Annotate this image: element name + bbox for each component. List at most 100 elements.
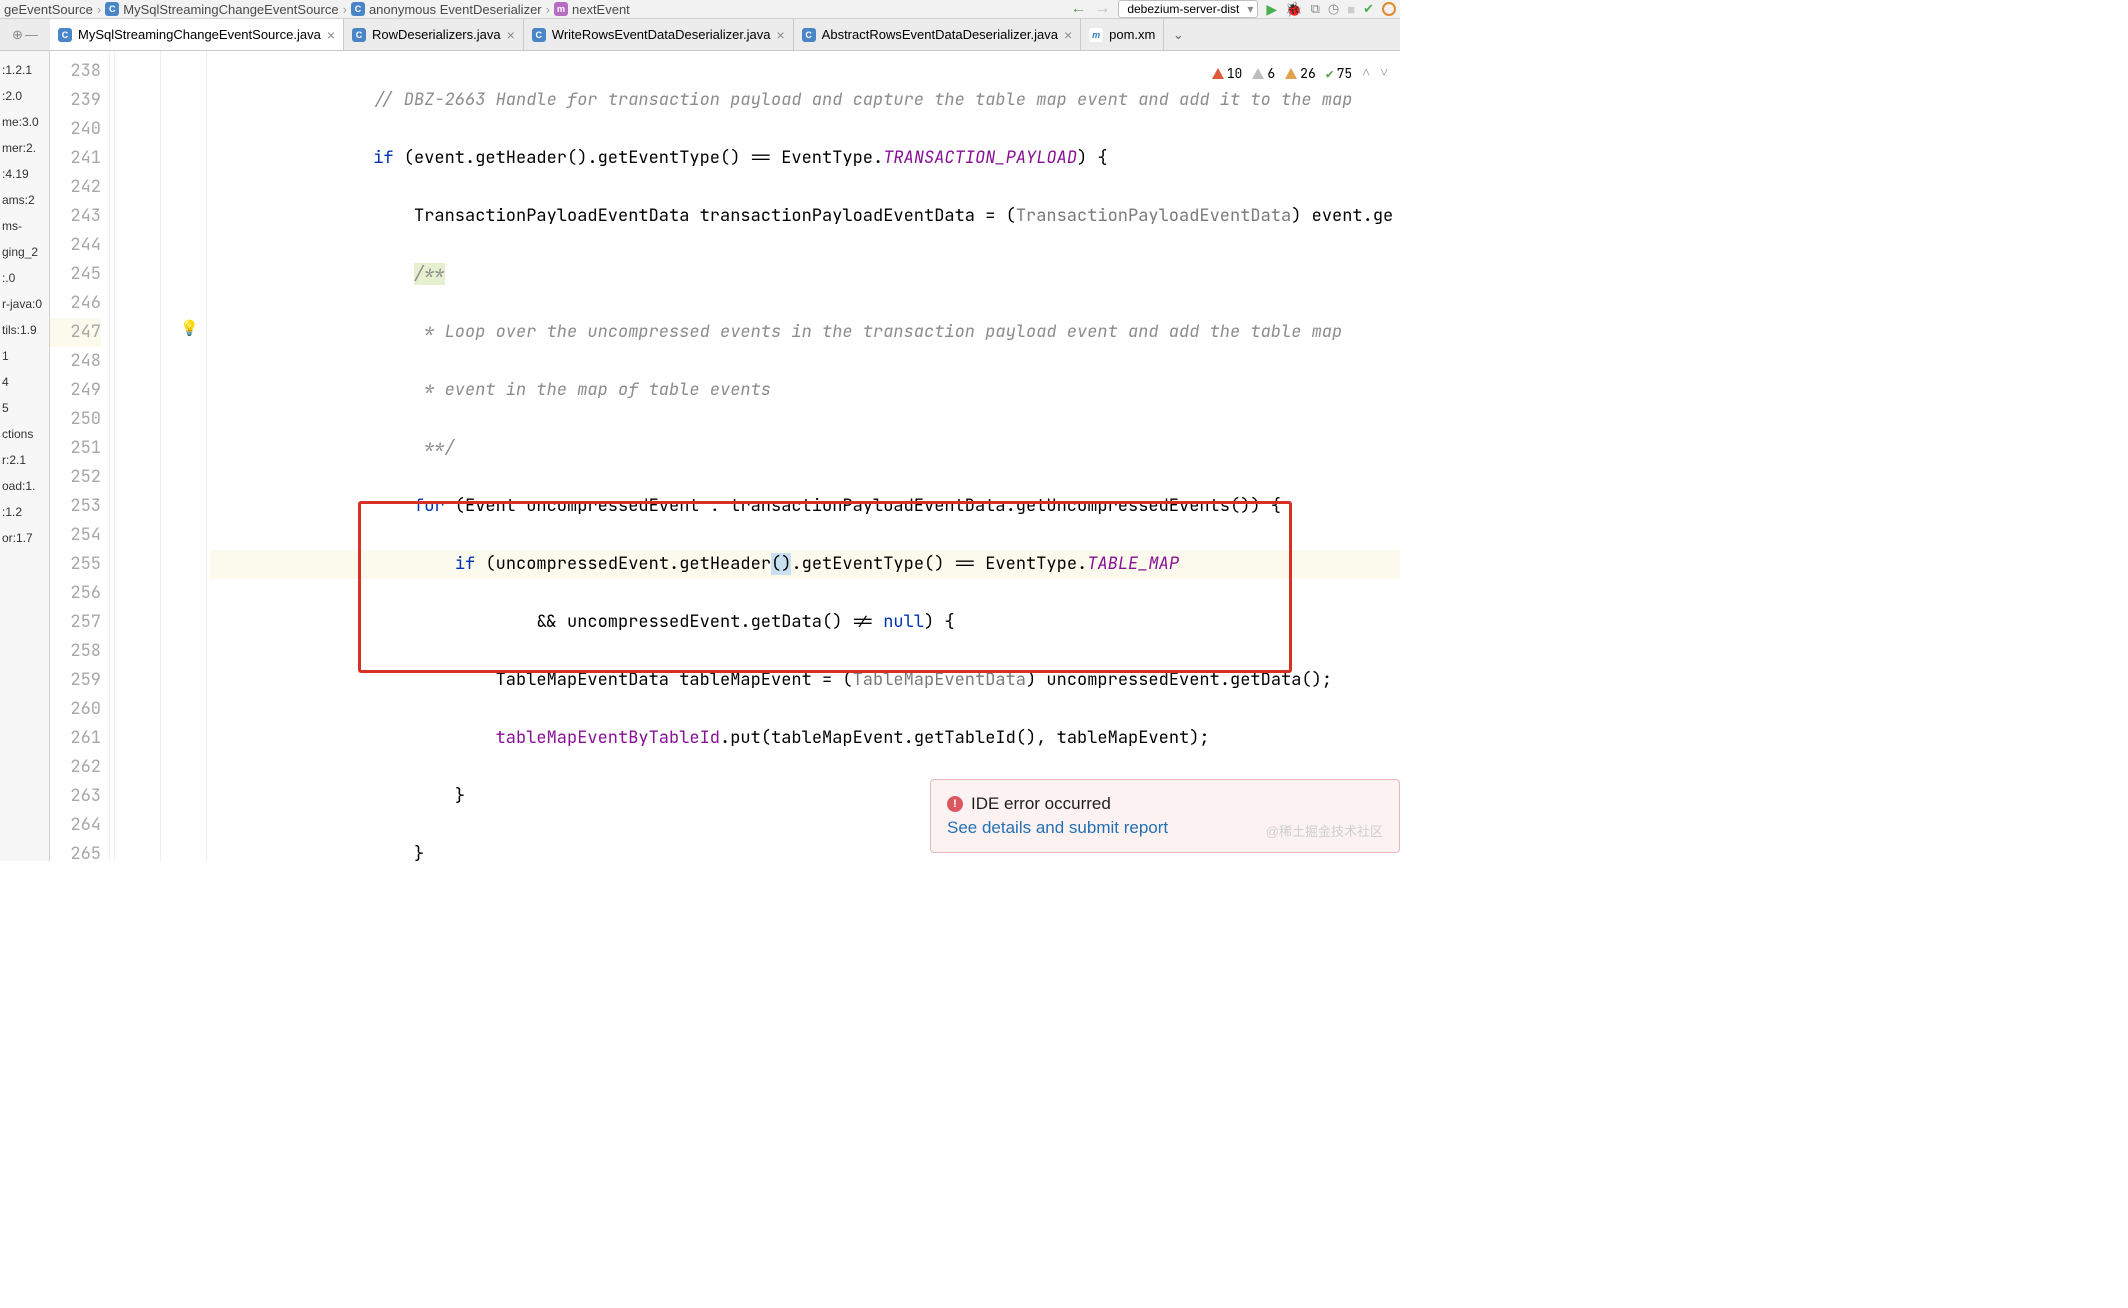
line-number[interactable]: 244 <box>50 231 101 260</box>
line-number[interactable]: 260 <box>50 695 101 724</box>
collapse-icon[interactable]: — <box>25 27 38 42</box>
line-number[interactable]: 256 <box>50 579 101 608</box>
breadcrumb-item[interactable]: geEventSource <box>4 2 93 17</box>
toolbar: ← → debezium-server-dist ▾ ▶ 🐞 ⧉ ◷ ■ ✔ <box>1070 0 1396 18</box>
line-number[interactable]: 251 <box>50 434 101 463</box>
project-tree-item[interactable]: :2.0 <box>2 83 47 109</box>
profile-icon[interactable]: ◷ <box>1328 1 1339 17</box>
chevron-down-icon[interactable]: ˅ <box>1380 59 1388 88</box>
editor-tab[interactable]: m pom.xm <box>1081 19 1164 50</box>
coverage-icon[interactable]: ⧉ <box>1311 1 1320 17</box>
error-badge[interactable]: 10 <box>1212 59 1243 88</box>
line-number[interactable]: 255 <box>50 550 101 579</box>
line-number[interactable]: 252 <box>50 463 101 492</box>
chevron-up-icon[interactable]: ˄ <box>1362 59 1370 88</box>
line-number[interactable]: 239 <box>50 86 101 115</box>
line-number[interactable]: 250 <box>50 405 101 434</box>
code-text: .getEventType() == EventType. <box>791 553 1087 575</box>
line-number[interactable]: 241 <box>50 144 101 173</box>
project-tree-item[interactable]: me:3.0 <box>2 109 47 135</box>
forward-icon[interactable]: → <box>1094 0 1110 18</box>
tab-overflow-button[interactable]: ⌄ <box>1164 19 1192 50</box>
project-tree-item[interactable]: mer:2. <box>2 135 47 161</box>
line-number[interactable]: 240 <box>50 115 101 144</box>
run-icon[interactable]: ▶ <box>1266 1 1277 18</box>
run-config-selector[interactable]: debezium-server-dist ▾ <box>1118 0 1258 18</box>
line-number[interactable]: 242 <box>50 173 101 202</box>
line-number[interactable]: 243 <box>50 202 101 231</box>
project-tree-item[interactable]: or:1.7 <box>2 525 47 551</box>
project-tree-item[interactable]: tils:1.9 <box>2 317 47 343</box>
code-keyword: if <box>455 553 475 575</box>
line-number[interactable]: 261 <box>50 724 101 753</box>
project-tree-item[interactable]: 1 <box>2 343 47 369</box>
commit-icon[interactable]: ✔ <box>1363 1 1374 17</box>
code-area[interactable]: // DBZ-2663 Handle for transaction paylo… <box>210 51 1400 861</box>
error-notification[interactable]: ! IDE error occurred See details and sub… <box>930 779 1400 853</box>
project-tree-item[interactable]: oad:1. <box>2 473 47 499</box>
line-number[interactable]: 263 <box>50 782 101 811</box>
editor-tab[interactable]: C WriteRowsEventDataDeserializer.java × <box>524 19 794 50</box>
badge-count: 6 <box>1267 59 1275 88</box>
project-tree-item[interactable]: 4 <box>2 369 47 395</box>
line-number[interactable]: 245 <box>50 260 101 289</box>
line-number[interactable]: 264 <box>50 811 101 840</box>
line-number[interactable]: 265 <box>50 840 101 869</box>
class-icon: C <box>58 28 72 42</box>
project-tree-item[interactable]: :.0 <box>2 265 47 291</box>
line-number[interactable]: 254 <box>50 521 101 550</box>
line-number[interactable]: 238 <box>50 57 101 86</box>
project-tree-item[interactable]: 5 <box>2 395 47 421</box>
breadcrumb-item[interactable]: anonymous EventDeserializer <box>369 2 542 17</box>
editor-tab[interactable]: C AbstractRowsEventDataDeserializer.java… <box>794 19 1081 50</box>
project-tree-item[interactable]: ams:2 <box>2 187 47 213</box>
breadcrumb-item[interactable]: nextEvent <box>572 2 630 17</box>
code-doc: **/ <box>414 437 455 459</box>
close-icon[interactable]: × <box>327 27 335 43</box>
debug-icon[interactable]: 🐞 <box>1285 1 1302 18</box>
line-number[interactable]: 257 <box>50 608 101 637</box>
select-opened-icon[interactable]: ⊕ <box>12 27 23 43</box>
code-class: TransactionPayloadEventData <box>1016 205 1291 227</box>
problems-widget[interactable]: 10 6 26 ✔75 ˄ ˅ <box>1208 57 1392 90</box>
warning-icon <box>1285 68 1297 79</box>
navigation-bar: geEventSource › C MySqlStreamingChangeEv… <box>0 0 1400 19</box>
close-icon[interactable]: × <box>507 27 515 43</box>
highlight-box <box>358 501 1292 673</box>
code-text: ) event.ge <box>1291 205 1393 227</box>
line-number[interactable]: 247 <box>50 318 101 347</box>
code-text: ) { <box>1077 147 1108 169</box>
fold-gutter[interactable]: 💡 <box>110 51 210 861</box>
line-number[interactable]: 258 <box>50 637 101 666</box>
code-editor[interactable]: 2382392402412422432442452462472482492502… <box>50 51 1400 861</box>
project-tree-item[interactable]: :4.19 <box>2 161 47 187</box>
typo-badge[interactable]: ✔75 <box>1326 59 1352 88</box>
project-tree-item[interactable]: r-java:0 <box>2 291 47 317</box>
close-icon[interactable]: × <box>776 27 784 43</box>
line-number[interactable]: 248 <box>50 347 101 376</box>
line-number-gutter[interactable]: 2382392402412422432442452462472482492502… <box>50 51 110 861</box>
editor-tab[interactable]: C MySqlStreamingChangeEventSource.java × <box>50 19 344 50</box>
project-tree-item[interactable]: r:2.1 <box>2 447 47 473</box>
line-number[interactable]: 259 <box>50 666 101 695</box>
project-tree-item[interactable]: :1.2 <box>2 499 47 525</box>
line-number[interactable]: 253 <box>50 492 101 521</box>
stop-icon[interactable]: ■ <box>1347 2 1355 17</box>
line-number[interactable]: 249 <box>50 376 101 405</box>
project-tree-item[interactable]: ctions <box>2 421 47 447</box>
editor-tab[interactable]: C RowDeserializers.java × <box>344 19 524 50</box>
project-tree-item[interactable]: :1.2.1 <box>2 57 47 83</box>
project-tree-item[interactable]: ms- <box>2 213 47 239</box>
project-tree-item[interactable]: ging_2 <box>2 239 47 265</box>
class-icon: C <box>802 28 816 42</box>
warning-badge[interactable]: 26 <box>1285 59 1316 88</box>
project-tree[interactable]: :1.2.1:2.0me:3.0mer:2.:4.19ams:2ms-ging_… <box>0 51 50 861</box>
back-icon[interactable]: ← <box>1070 0 1086 18</box>
line-number[interactable]: 262 <box>50 753 101 782</box>
weak-warning-badge[interactable]: 6 <box>1252 59 1275 88</box>
close-icon[interactable]: × <box>1064 27 1072 43</box>
search-icon[interactable] <box>1382 2 1396 16</box>
breadcrumb-item[interactable]: MySqlStreamingChangeEventSource <box>123 2 338 17</box>
intention-bulb-icon[interactable]: 💡 <box>180 319 199 337</box>
line-number[interactable]: 246 <box>50 289 101 318</box>
